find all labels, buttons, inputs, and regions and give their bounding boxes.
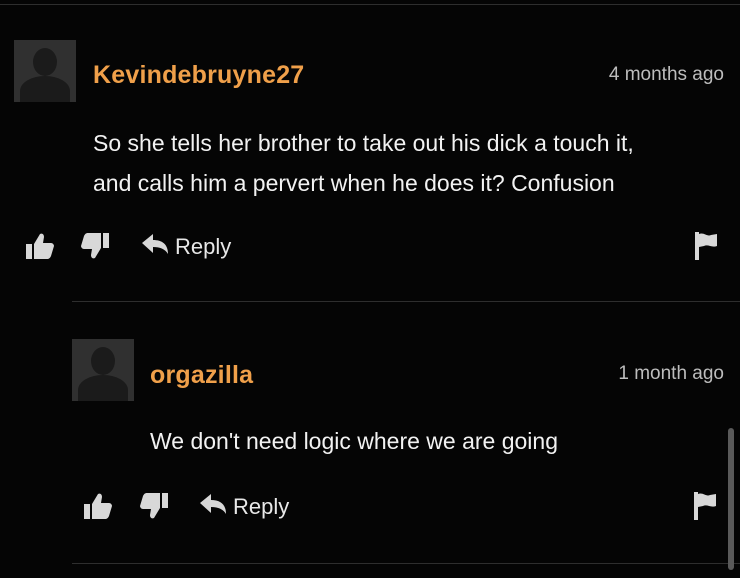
avatar[interactable] [72, 339, 134, 401]
comment-text-line: and calls him a pervert when he does it?… [93, 170, 615, 196]
avatar[interactable] [14, 40, 76, 102]
thumbs-down-icon[interactable] [80, 232, 110, 260]
comment-text-line: So she tells her brother to take out his… [93, 130, 634, 156]
thumbs-down-icon[interactable] [139, 492, 169, 520]
reply-label: Reply [233, 494, 290, 519]
reply-arrow-icon [199, 493, 233, 521]
comment-username[interactable]: Kevindebruyne27 [93, 61, 304, 90]
reply-button[interactable]: Reply [141, 233, 231, 261]
flag-icon[interactable] [693, 231, 719, 261]
comment-text-line: We don't need logic where we are going [150, 428, 559, 454]
bottom-divider [72, 563, 740, 564]
scrollbar[interactable] [728, 428, 734, 570]
flag-icon[interactable] [692, 491, 718, 521]
thumbs-up-icon[interactable] [83, 492, 113, 520]
comment-username[interactable]: orgazilla [150, 361, 253, 390]
comment-text: So she tells her brother to take out his… [93, 123, 733, 203]
comment-timestamp: 4 months ago [608, 64, 724, 85]
top-divider [0, 4, 740, 5]
reply-label: Reply [175, 234, 232, 259]
comment-text: We don't need logic where we are going [150, 421, 720, 461]
reply-arrow-icon [141, 233, 175, 261]
reply-divider [72, 301, 740, 302]
comment-timestamp: 1 month ago [618, 363, 724, 384]
thumbs-up-icon[interactable] [25, 232, 55, 260]
reply-button[interactable]: Reply [199, 493, 289, 521]
